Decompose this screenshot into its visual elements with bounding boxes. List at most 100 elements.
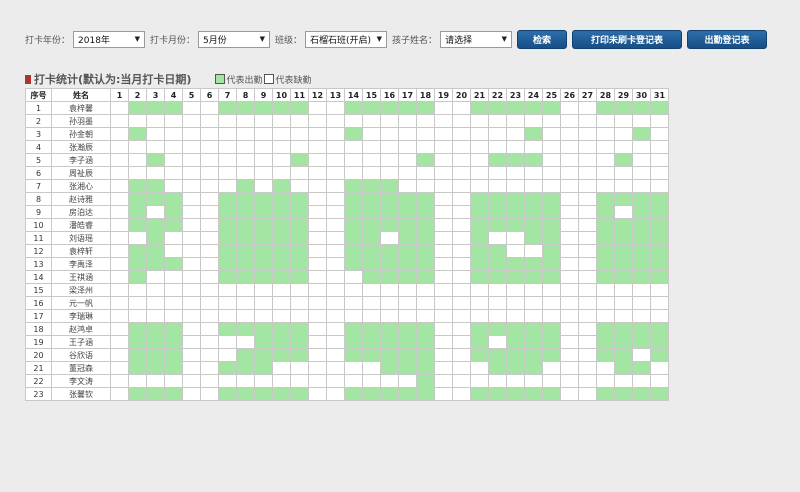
day-cell-absent bbox=[272, 153, 291, 167]
day-cell-present bbox=[254, 387, 273, 401]
day-cell-present bbox=[488, 218, 507, 232]
day-cell-present bbox=[416, 322, 435, 336]
year-select[interactable]: 2018年 ▼ bbox=[73, 30, 146, 48]
day-cell-absent bbox=[164, 166, 183, 180]
month-select[interactable]: 5月份 ▼ bbox=[198, 30, 271, 48]
day-cell-absent bbox=[218, 140, 237, 154]
day-cell-absent bbox=[506, 231, 525, 245]
day-cell-absent bbox=[362, 374, 381, 388]
day-cell-absent bbox=[308, 192, 327, 206]
day-cell-absent bbox=[632, 179, 651, 193]
day-cell-absent bbox=[614, 296, 633, 310]
day-cell-absent bbox=[542, 114, 561, 128]
day-cell-absent bbox=[146, 127, 165, 141]
day-cell-absent bbox=[236, 153, 255, 167]
student-name: 潘皓睿 bbox=[51, 218, 111, 232]
day-cell-absent bbox=[182, 153, 201, 167]
day-cell-absent bbox=[560, 283, 579, 297]
day-cell-present bbox=[614, 270, 633, 284]
day-cell-present bbox=[272, 244, 291, 258]
table-header-row: 序号 姓名 1 2 3 4 5 6 7 8 9 10 11 12 13 14 15 16 17 18 19 20 21 2… bbox=[25, 88, 669, 102]
class-select[interactable]: 石榴石班(开启) ▼ bbox=[305, 30, 388, 48]
day-cell-present bbox=[380, 322, 399, 336]
day-cell-absent bbox=[326, 387, 345, 401]
day-cell-absent bbox=[452, 231, 471, 245]
print-unswiped-button[interactable]: 打印未刷卡登记表 bbox=[572, 29, 683, 49]
table-row: 15 梁泽州 bbox=[25, 283, 669, 297]
child-select[interactable]: 请选择 ▼ bbox=[440, 30, 513, 48]
title-marker-icon bbox=[25, 74, 31, 84]
day-cell-absent bbox=[434, 270, 453, 284]
day-cell-absent bbox=[560, 166, 579, 180]
row-index: 5 bbox=[25, 153, 52, 167]
day-cell-absent bbox=[560, 179, 579, 193]
student-name: 王祺涵 bbox=[51, 270, 111, 284]
day-cell-present bbox=[398, 218, 417, 232]
day-cell-absent bbox=[632, 114, 651, 128]
day-cell-absent bbox=[164, 179, 183, 193]
day-cell-absent bbox=[218, 348, 237, 362]
day-header: 23 bbox=[506, 88, 525, 102]
day-cell-present bbox=[542, 387, 561, 401]
day-cell-absent bbox=[578, 218, 597, 232]
day-header: 1 bbox=[110, 88, 129, 102]
attendance-register-button[interactable]: 出勤登记表 bbox=[687, 29, 768, 49]
day-cell-present bbox=[128, 361, 147, 375]
day-cell-absent bbox=[308, 153, 327, 167]
day-cell-present bbox=[632, 335, 651, 349]
day-cell-absent bbox=[506, 140, 525, 154]
day-cell-absent bbox=[560, 361, 579, 375]
day-cell-present bbox=[524, 205, 543, 219]
day-cell-present bbox=[128, 348, 147, 362]
day-cell-present bbox=[128, 205, 147, 219]
day-cell-absent bbox=[434, 114, 453, 128]
day-cell-absent bbox=[560, 140, 579, 154]
day-cell-present bbox=[524, 348, 543, 362]
day-cell-absent bbox=[326, 257, 345, 271]
day-cell-absent bbox=[560, 335, 579, 349]
day-cell-present bbox=[380, 257, 399, 271]
row-index: 17 bbox=[25, 309, 52, 323]
day-cell-absent bbox=[110, 166, 129, 180]
day-cell-absent bbox=[488, 166, 507, 180]
day-cell-present bbox=[218, 387, 237, 401]
day-cell-absent bbox=[272, 127, 291, 141]
day-cell-present bbox=[344, 179, 363, 193]
day-cell-present bbox=[470, 322, 489, 336]
day-cell-absent bbox=[362, 140, 381, 154]
day-header: 30 bbox=[632, 88, 651, 102]
day-cell-present bbox=[128, 322, 147, 336]
row-index: 2 bbox=[25, 114, 52, 128]
day-cell-absent bbox=[326, 114, 345, 128]
day-cell-absent bbox=[290, 166, 309, 180]
day-header: 26 bbox=[560, 88, 579, 102]
day-cell-present bbox=[272, 101, 291, 115]
day-cell-absent bbox=[452, 205, 471, 219]
day-cell-present bbox=[164, 387, 183, 401]
day-cell-present bbox=[488, 257, 507, 271]
day-cell-absent bbox=[452, 257, 471, 271]
day-cell-present bbox=[146, 348, 165, 362]
day-cell-absent bbox=[200, 166, 219, 180]
day-cell-absent bbox=[200, 101, 219, 115]
day-cell-present bbox=[254, 361, 273, 375]
day-cell-present bbox=[164, 218, 183, 232]
day-cell-absent bbox=[308, 166, 327, 180]
section-header: 打卡统计(默认为:当月打卡日期) 代表出勤 代表缺勤 bbox=[25, 71, 313, 87]
table-row: 22 李文涛 bbox=[25, 374, 669, 388]
day-cell-present bbox=[524, 335, 543, 349]
day-cell-absent bbox=[110, 270, 129, 284]
day-cell-absent bbox=[254, 153, 273, 167]
day-cell-absent bbox=[542, 374, 561, 388]
day-cell-absent bbox=[650, 283, 669, 297]
student-name: 赵鸿卓 bbox=[51, 322, 111, 336]
day-cell-absent bbox=[524, 283, 543, 297]
day-cell-present bbox=[128, 127, 147, 141]
day-cell-present bbox=[650, 335, 669, 349]
day-cell-absent bbox=[182, 179, 201, 193]
day-cell-absent bbox=[308, 270, 327, 284]
section-title: 打卡统计(默认为:当月打卡日期) bbox=[34, 73, 192, 86]
day-cell-present bbox=[596, 322, 615, 336]
day-cell-absent bbox=[326, 270, 345, 284]
search-button[interactable]: 检索 bbox=[517, 29, 568, 49]
